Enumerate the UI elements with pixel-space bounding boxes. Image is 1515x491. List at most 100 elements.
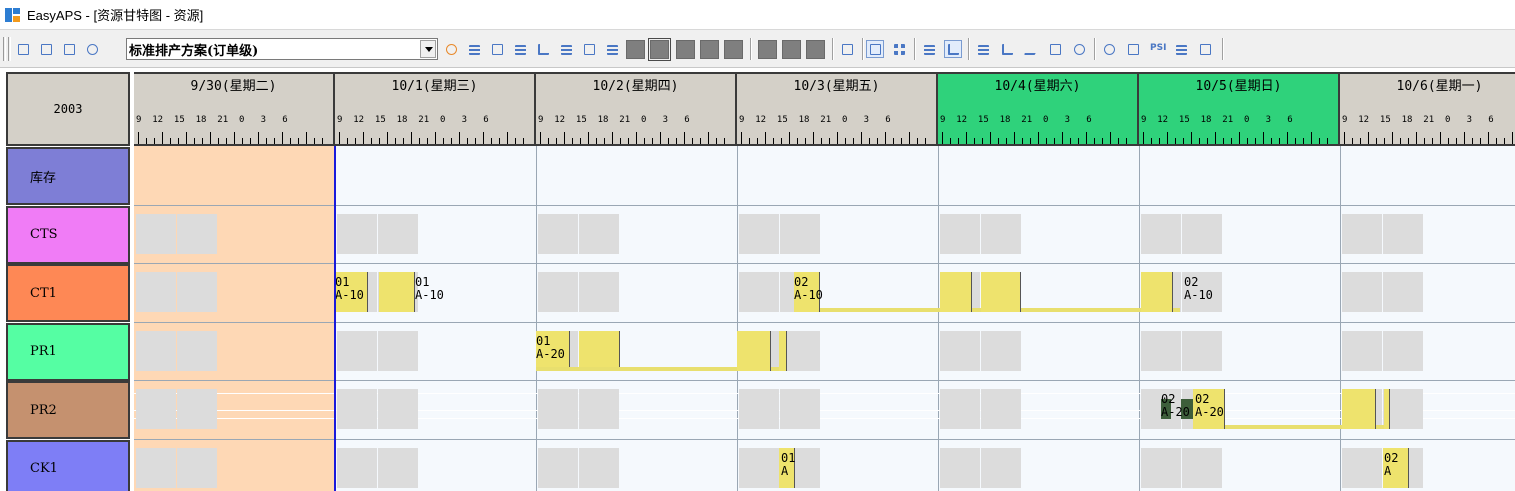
operation-label: 02 A-10 bbox=[794, 275, 823, 302]
grid-icon[interactable] bbox=[890, 40, 908, 58]
text-align-icon[interactable] bbox=[920, 40, 938, 58]
gray-block-6[interactable] bbox=[758, 40, 777, 59]
operation-label: 02 A-20 bbox=[1161, 392, 1190, 419]
refresh-icon[interactable] bbox=[442, 40, 460, 58]
table-icon[interactable] bbox=[1172, 40, 1190, 58]
non-working-block bbox=[1342, 214, 1382, 254]
toolbar-separator bbox=[862, 38, 864, 60]
non-working-block bbox=[177, 272, 217, 312]
day-header[interactable]: 10/1(星期三) 9 12 15 18 21 0 3 6 bbox=[335, 72, 536, 146]
operation-bar[interactable] bbox=[579, 331, 620, 371]
chevron-down-icon[interactable] bbox=[420, 40, 436, 58]
non-working-block bbox=[940, 448, 980, 488]
gray-block-1[interactable] bbox=[626, 40, 645, 59]
day-header[interactable]: 10/6(星期一) 9 12 15 18 21 0 3 6 bbox=[1340, 72, 1515, 146]
gray-block-7[interactable] bbox=[782, 40, 801, 59]
printer-settings-icon[interactable] bbox=[83, 40, 101, 58]
non-working-block bbox=[1383, 214, 1423, 254]
area-chart-icon[interactable] bbox=[998, 40, 1016, 58]
non-working-block bbox=[739, 389, 779, 429]
print-icon[interactable] bbox=[37, 40, 55, 58]
scheme-dropdown[interactable]: 标准排产方案(订单级) bbox=[126, 38, 438, 60]
day-label: 10/4(星期六) bbox=[994, 79, 1081, 94]
toolbar-grip[interactable] bbox=[8, 37, 11, 61]
non-working-block bbox=[337, 448, 377, 488]
operation-label: 01 A-10 bbox=[335, 275, 364, 302]
gray-block-8[interactable] bbox=[806, 40, 825, 59]
operation-bar[interactable] bbox=[1384, 389, 1390, 429]
operation-bar[interactable] bbox=[737, 331, 771, 371]
operation-bar[interactable] bbox=[940, 272, 972, 312]
operation-bar[interactable] bbox=[1141, 272, 1173, 312]
gray-block-3[interactable] bbox=[676, 40, 695, 59]
list-icon[interactable] bbox=[974, 40, 992, 58]
psi-icon[interactable]: PSI bbox=[1148, 40, 1166, 58]
day-header[interactable]: 10/5(星期日) 9 12 15 18 21 0 3 6 bbox=[1139, 72, 1340, 146]
scatter-icon[interactable] bbox=[603, 40, 621, 58]
non-working-block bbox=[981, 331, 1021, 371]
non-working-block bbox=[940, 214, 980, 254]
resource-row-header[interactable]: CTS bbox=[6, 205, 130, 264]
resource-row-header[interactable]: PR2 bbox=[6, 381, 130, 439]
hour-ticks bbox=[1344, 132, 1515, 144]
operation-label: 02 A bbox=[1384, 451, 1399, 478]
day-header[interactable]: 9/30(星期二) 9 12 15 18 21 0 3 6 bbox=[134, 72, 335, 146]
operation-bar[interactable] bbox=[779, 331, 787, 371]
day-header[interactable]: 10/4(星期六) 9 12 15 18 21 0 3 6 bbox=[938, 72, 1139, 146]
gray-block-2[interactable] bbox=[648, 38, 671, 61]
non-working-block bbox=[1383, 272, 1423, 312]
day-header[interactable]: 10/3(星期五) 9 12 15 18 21 0 3 6 bbox=[737, 72, 938, 146]
window-title: EasyAPS - [资源甘特图 - 资源] bbox=[27, 8, 204, 23]
operation-bar[interactable] bbox=[1342, 389, 1376, 429]
non-working-block bbox=[981, 448, 1021, 488]
gray-block-5[interactable] bbox=[724, 40, 743, 59]
non-working-block bbox=[579, 272, 619, 312]
report-icon[interactable] bbox=[866, 40, 884, 58]
non-working-block bbox=[981, 389, 1021, 429]
non-working-block bbox=[1141, 214, 1181, 254]
gantt-grid[interactable]: 01 A-10 01 A-10 02 A-10 02 A-10 01 A-20 02 A-… bbox=[134, 146, 1515, 491]
day-header[interactable]: 10/2(星期四) 9 12 15 18 21 0 3 6 bbox=[536, 72, 737, 146]
resource-row-header[interactable]: CK1 bbox=[6, 439, 130, 491]
document-icon[interactable] bbox=[1124, 40, 1142, 58]
day-label: 10/1(星期三) bbox=[391, 79, 478, 94]
day-label: 9/30(星期二) bbox=[190, 79, 277, 94]
non-working-block bbox=[1182, 214, 1222, 254]
align-icon[interactable] bbox=[557, 40, 575, 58]
filter-icon[interactable] bbox=[534, 40, 552, 58]
non-working-block bbox=[780, 214, 820, 254]
edit-icon[interactable] bbox=[838, 40, 856, 58]
toolbar: 标准排产方案(订单级) PSI bbox=[0, 29, 1515, 68]
print-preview-icon[interactable] bbox=[60, 40, 78, 58]
gray-block-4[interactable] bbox=[700, 40, 719, 59]
day-label: 10/5(星期日) bbox=[1195, 79, 1282, 94]
split-icon[interactable] bbox=[511, 40, 529, 58]
settings-list-icon[interactable] bbox=[465, 40, 483, 58]
save-icon[interactable] bbox=[14, 40, 32, 58]
home-icon[interactable] bbox=[1046, 40, 1064, 58]
non-working-block bbox=[1342, 272, 1382, 312]
non-working-block bbox=[1342, 448, 1382, 488]
non-working-block bbox=[378, 214, 418, 254]
line-chart-icon[interactable] bbox=[1022, 40, 1040, 58]
operation-bar[interactable] bbox=[379, 272, 415, 312]
info-icon[interactable] bbox=[1070, 40, 1088, 58]
non-working-block bbox=[739, 272, 779, 312]
non-working-block bbox=[940, 331, 980, 371]
bell-icon[interactable] bbox=[1100, 40, 1118, 58]
non-working-block bbox=[378, 448, 418, 488]
day-label: 10/6(星期一) bbox=[1396, 79, 1483, 94]
easyaps-logo-icon bbox=[5, 7, 21, 23]
operation-bar[interactable] bbox=[981, 272, 1021, 312]
toolbar-separator bbox=[968, 38, 970, 60]
toolbar-separator bbox=[914, 38, 916, 60]
lock-icon[interactable] bbox=[580, 40, 598, 58]
resource-row-header[interactable]: 库存 bbox=[6, 147, 130, 205]
resource-row-header[interactable]: CT1 bbox=[6, 264, 130, 322]
resource-row-header[interactable]: PR1 bbox=[6, 322, 130, 381]
bar-chart-icon[interactable] bbox=[944, 40, 962, 58]
toolbar-grip[interactable] bbox=[3, 37, 6, 61]
image-icon[interactable] bbox=[1196, 40, 1214, 58]
hour-tick-labels: 9 12 15 18 21 0 3 6 bbox=[136, 115, 288, 125]
copy-icon[interactable] bbox=[488, 40, 506, 58]
